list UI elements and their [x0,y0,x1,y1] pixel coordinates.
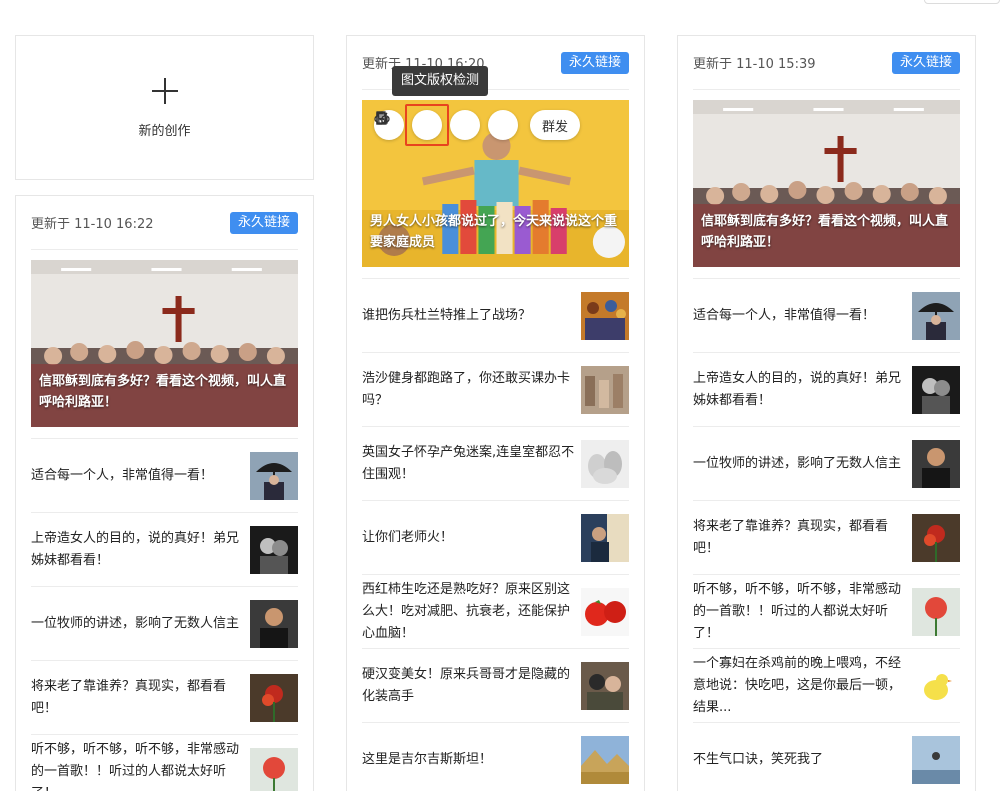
article-group-card-1: 更新于 11-10 16:22 永久链接 信耶稣到底有多好？看看这个视频，叫人直… [15,195,314,791]
article-title: 让你们老师火！ [362,529,454,545]
list-item[interactable]: 上帝造女人的目的，说的真好！弟兄姊妹都看看！ [31,513,298,587]
list-item[interactable]: 一位牧师的讲述，影响了无数人信主 [693,427,960,501]
article-title: 这里是吉尔吉斯斯坦！ [362,751,493,767]
list-item[interactable]: 西红柿生吃还是熟吃好？原来区别这么大！吃对减肥、抗衰老，还能保护心血脑！ [362,575,629,649]
permanent-link-button[interactable]: 永久链接 [891,51,960,74]
article-title: 上帝造女人的目的，说的真好！弟兄姊妹都看看！ [693,370,902,408]
list-item[interactable]: 英国女子怀孕产兔迷案,连皇室都忍不住围观！ [362,427,629,501]
cover-article[interactable]: 信耶稣到底有多好？看看这个视频，叫人直呼哈利路亚！ [693,100,960,267]
list-item[interactable]: 将来老了靠谁养？真现实，都看看吧！ [31,661,298,735]
permanent-link-button[interactable]: 永久链接 [229,211,298,234]
plus-icon [150,76,180,106]
edit-button[interactable] [376,110,518,140]
article-title: 一位牧师的讲述，影响了无数人信主 [693,455,902,471]
delete-button[interactable] [377,110,480,140]
list-item[interactable]: 浩沙健身都跑路了，你还敢买课办卡吗？ [362,353,629,427]
list-item[interactable]: 硬汉变美女！原来兵哥哥才是隐藏的化装高手 [362,649,629,723]
article-group-card-3: 更新于 11-10 15:39 永久链接 信耶稣到底有多好？看看这个视频，叫人直… [677,35,976,791]
cover-article[interactable]: 群发 男人女人小孩都说过了，今天来说说这个重要家庭成员 [362,100,629,267]
mass-send-button[interactable]: 群发 [376,110,581,140]
article-title: 谁把伤兵杜兰特推上了战场？ [362,307,532,323]
thumbnail-teacher [581,513,629,562]
list-item[interactable]: 一个寡妇在杀鸡前的晚上喂鸡，不经意地说：快吃吧，这是你最后一顿，结果... [693,649,960,723]
thumbnail-umbrella [912,291,960,340]
thumbnail-crowd [581,291,629,340]
mass-send-icon [376,111,388,125]
list-item[interactable]: 听不够，听不够，听不够，非常感动的一首歌！！听过的人都说太好听了！ [693,575,960,649]
thumbnail-chick [912,661,960,710]
list-item[interactable]: 听不够，听不够，听不够，非常感动的一首歌！！听过的人都说太好听了！ [31,735,298,791]
list-item[interactable]: 适合每一个人，非常值得一看！ [31,439,298,513]
thumbnail-man [250,599,298,648]
article-title: 适合每一个人，非常值得一看！ [31,467,214,483]
article-title: 适合每一个人，非常值得一看！ [693,307,876,323]
mass-send-label: 群发 [542,119,569,135]
list-item[interactable]: 将来老了靠谁养？真现实，都看看吧！ [693,501,960,575]
cover-title: 信耶稣到底有多好？看看这个视频，叫人直呼哈利路亚！ [39,374,287,410]
copyright-check-button[interactable] [376,110,442,140]
cover-title: 信耶稣到底有多好？看看这个视频，叫人直呼哈利路亚！ [701,214,949,250]
article-title: 将来老了靠谁养？真现实，都看看吧！ [31,678,227,716]
thumbnail-man [912,439,960,488]
article-title: 硬汉变美女！原来兵哥哥才是隐藏的化装高手 [362,666,571,704]
updated-time: 更新于 11-10 15:39 [693,57,816,72]
thumbnail-rabbit [581,439,629,488]
list-item[interactable]: 这里是吉尔吉斯斯坦！ [362,723,629,791]
copyright-check-highlight [376,104,449,146]
list-item[interactable]: 不生气口诀，笑死我了 [693,723,960,791]
updated-time: 更新于 11-10 16:22 [31,217,154,232]
cover-article[interactable]: 信耶稣到底有多好？看看这个视频，叫人直呼哈利路亚！ [31,260,298,427]
copyright-check-tooltip: 图文版权检测 [392,66,489,96]
list-item[interactable]: 上帝造女人的目的，说的真好！弟兄姊妹都看看！ [693,353,960,427]
article-title: 将来老了靠谁养？真现实，都看看吧！ [693,518,889,556]
article-title: 不生气口诀，笑死我了 [693,751,824,767]
thumbnail-flower [912,513,960,562]
article-title: 听不够，听不够，听不够，非常感动的一首歌！！听过的人都说太好听了！ [31,741,240,791]
article-title: 一个寡妇在杀鸡前的晚上喂鸡，不经意地说：快吃吧，这是你最后一顿，结果... [693,655,902,715]
thumbnail-tomato [581,587,629,636]
thumbnail-gym [581,365,629,414]
article-list: 适合每一个人，非常值得一看！ 上帝造女人的目的，说的真好！弟兄姊妹都看看！ 一位… [31,439,298,791]
card-header: 更新于 11-10 15:39 永久链接 [693,36,960,90]
article-title: 西红柿生吃还是熟吃好？原来区别这么大！吃对减肥、抗衰老，还能保护心血脑！ [362,581,571,641]
thumbnail-flower [250,673,298,722]
thumbnail-couple [912,365,960,414]
article-list: 适合每一个人，非常值得一看！ 上帝造女人的目的，说的真好！弟兄姊妹都看看！ 一位… [693,279,960,791]
list-item[interactable]: 谁把伤兵杜兰特推上了战场？ [362,279,629,353]
thumbnail-sky [912,735,960,784]
article-title: 一位牧师的讲述，影响了无数人信主 [31,615,240,631]
permanent-link-button[interactable]: 永久链接 [560,51,629,74]
new-creation-card[interactable]: 新的创作 [15,35,314,180]
thumbnail-landscape [581,735,629,784]
article-title: 听不够，听不够，听不够，非常感动的一首歌！！听过的人都说太好听了！ [693,581,902,641]
list-item[interactable]: 一位牧师的讲述，影响了无数人信主 [31,587,298,661]
thumbnail-rose [250,747,298,791]
cover-title: 男人女人小孩都说过了，今天来说说这个重要家庭成员 [370,214,618,250]
article-toolbar: 群发 [374,104,581,146]
thumbnail-rose [912,587,960,636]
card-header: 更新于 11-10 16:22 永久链接 [31,196,298,250]
list-item[interactable]: 适合每一个人，非常值得一看！ [693,279,960,353]
article-title: 浩沙健身都跑路了，你还敢买课办卡吗？ [362,370,571,408]
article-title: 上帝造女人的目的，说的真好！弟兄姊妹都看看！ [31,530,240,568]
new-creation-label: 新的创作 [138,124,191,139]
article-list: 谁把伤兵杜兰特推上了战场？ 浩沙健身都跑路了，你还敢买课办卡吗？ 英国女子怀孕产… [362,279,629,791]
thumbnail-umbrella [250,451,298,500]
thumbnail-couple [250,525,298,574]
top-right-button[interactable] [924,0,1000,4]
thumbnail-soldier [581,661,629,710]
article-group-card-2: 更新于 11-10 16:20 永久链接 群发 男人女人小孩都说过了，今天来说说… [346,35,645,791]
article-title: 英国女子怀孕产兔迷案,连皇室都忍不住围观！ [362,444,575,482]
list-item[interactable]: 让你们老师火！ [362,501,629,575]
